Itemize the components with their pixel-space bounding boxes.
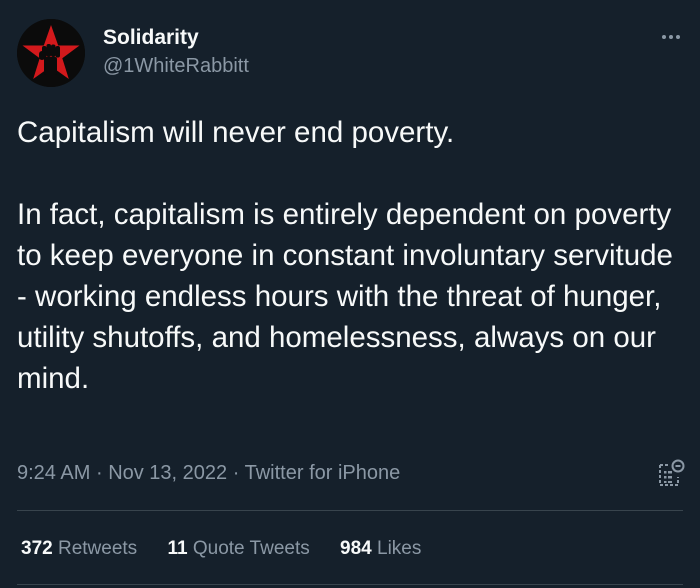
divider [17, 510, 683, 511]
quote-tweets-stat[interactable]: 11 Quote Tweets [167, 536, 309, 562]
likes-label: Likes [377, 538, 422, 559]
author-handle[interactable]: @1WhiteRabbitt [103, 53, 249, 79]
quote-tweets-label: Quote Tweets [192, 538, 310, 559]
tweet-meta: 9:24 AM · Nov 13, 2022 · Twitter for iPh… [17, 459, 400, 487]
tweet-time[interactable]: 9:24 AM [17, 462, 90, 484]
likes-count: 984 [340, 538, 372, 559]
meta-separator: · [95, 462, 103, 484]
likes-stat[interactable]: 984 Likes [340, 536, 421, 562]
tweet-source[interactable]: Twitter for iPhone [245, 462, 401, 484]
red-star-fist-icon [17, 19, 85, 87]
author-avatar[interactable] [17, 19, 85, 87]
tweet-detail: Solidarity @1WhiteRabbitt Capitalism wil… [0, 0, 700, 588]
divider [17, 584, 683, 585]
quote-tweets-count: 11 [167, 538, 188, 559]
author-display-name[interactable]: Solidarity [103, 25, 199, 51]
retweets-label: Retweets [57, 538, 138, 559]
engagement-stats: 372 Retweets 11 Quote Tweets 984 Likes [21, 536, 446, 562]
more-options-icon[interactable] [658, 24, 684, 50]
retweets-stat[interactable]: 372 Retweets [21, 536, 137, 562]
tweet-text: Capitalism will never end poverty. In fa… [17, 116, 673, 395]
tweet-date[interactable]: Nov 13, 2022 [108, 462, 227, 484]
analytics-icon[interactable] [656, 457, 686, 489]
meta-separator: · [232, 462, 240, 484]
retweets-count: 372 [21, 538, 53, 559]
